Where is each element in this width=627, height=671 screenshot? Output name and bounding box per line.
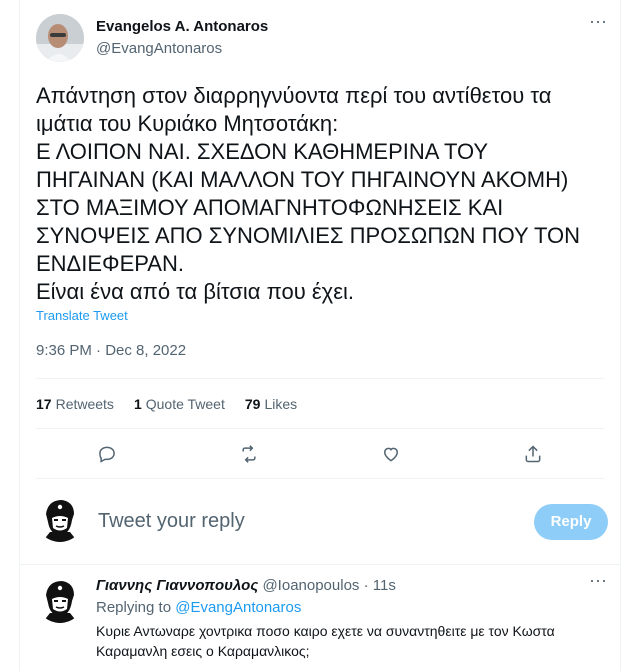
user-avatar-image: [36, 494, 84, 542]
tweet-actions: [36, 440, 604, 468]
commenter-avatar-image: [36, 575, 84, 623]
commenter-handle[interactable]: @Ioanopoulos: [262, 577, 359, 594]
tweet-stats: 17 Retweets 1 Quote Tweet 79 Likes: [36, 396, 297, 412]
replying-to-label: Replying to: [96, 599, 172, 616]
author-avatar[interactable]: [36, 14, 84, 62]
comment-text: Κυριε Αντωναρε χοντρικα ποσο καιρο εχετε…: [96, 623, 555, 659]
likes-stat[interactable]: 79 Likes: [245, 396, 297, 412]
reply-input[interactable]: Tweet your reply: [98, 510, 245, 533]
divider: [36, 428, 604, 429]
separator-dot: ·: [363, 577, 369, 594]
tweet-timestamp[interactable]: 9:36 PM · Dec 8, 2022: [36, 342, 186, 359]
author-handle[interactable]: @EvangAntonaros: [96, 40, 222, 57]
reply-composer: Tweet your reply Reply: [20, 480, 620, 564]
replying-to-handle[interactable]: @EvangAntonaros: [175, 599, 301, 616]
retweets-stat[interactable]: 17 Retweets: [36, 396, 114, 412]
share-icon[interactable]: [519, 440, 547, 468]
author-avatar-photo: [36, 14, 84, 62]
divider: [36, 478, 604, 479]
comment-time[interactable]: 11s: [373, 577, 396, 594]
commenter-avatar[interactable]: [36, 575, 84, 623]
reply-icon[interactable]: [93, 440, 121, 468]
more-options-icon[interactable]: ···: [588, 571, 608, 593]
replying-to: Replying to @EvangAntonaros: [96, 599, 301, 616]
commenter-name[interactable]: Γιαννης Γιαννοπουλος: [96, 577, 258, 594]
quotes-stat[interactable]: 1 Quote Tweet: [134, 396, 225, 412]
retweet-icon[interactable]: [235, 440, 263, 468]
author-name[interactable]: Evangelos A. Antonaros: [96, 18, 268, 35]
like-icon[interactable]: [377, 440, 405, 468]
tweet-text: Απάντηση στον διαρρηγνύοντα περί του αντ…: [36, 83, 581, 304]
tweet-thread: Evangelos A. Antonaros @EvangAntonaros ·…: [19, 0, 621, 671]
user-avatar[interactable]: [36, 494, 84, 542]
translate-tweet-link[interactable]: Translate Tweet: [36, 308, 128, 323]
divider: [36, 378, 604, 379]
reply-tweet[interactable]: Γιαννης Γιαννοπουλος @Ioanopoulos · 11s …: [20, 565, 620, 671]
comment-header: Γιαννης Γιαννοπουλος @Ioanopoulos · 11s: [96, 577, 396, 594]
more-options-icon[interactable]: ···: [588, 12, 608, 34]
reply-button[interactable]: Reply: [534, 504, 608, 540]
